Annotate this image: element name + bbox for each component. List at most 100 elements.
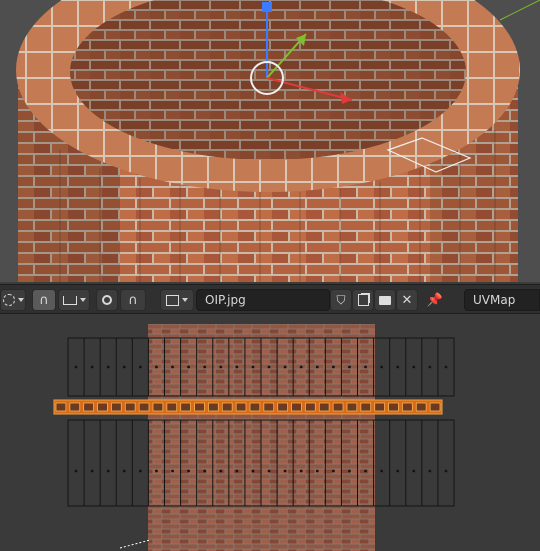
pin-button[interactable]: 📌 xyxy=(424,289,446,311)
uv-face-dot xyxy=(412,469,416,473)
uv-selected-face xyxy=(318,402,330,412)
image-browse-icon xyxy=(166,294,179,306)
pin-icon: 📌 xyxy=(426,292,444,308)
uv-face-dot xyxy=(315,365,319,369)
uv-face-dot xyxy=(187,469,191,473)
uv-selected-face xyxy=(97,402,108,412)
uv-selected-face xyxy=(235,402,247,412)
uv-map-field[interactable]: UVMap xyxy=(464,289,540,311)
uv-selected-face xyxy=(402,402,413,412)
open-image-button[interactable] xyxy=(374,289,396,311)
uv-face-dot xyxy=(299,469,303,473)
uv-map-text: UVMap xyxy=(473,293,516,307)
uv-face-dot xyxy=(251,469,255,473)
uv-selected-face xyxy=(83,402,94,412)
fake-user-shield-icon: ⛉ xyxy=(336,292,346,307)
uv-face-dot xyxy=(364,365,367,369)
uv-face-dot xyxy=(155,365,158,369)
open-image-icon xyxy=(379,295,391,305)
uv-face-dot xyxy=(106,365,110,369)
uv-selected-face xyxy=(388,402,399,412)
uv-face-dot xyxy=(348,365,351,369)
snap-grid-icon xyxy=(62,295,77,305)
image-name-text: OIP.jpg xyxy=(205,293,246,307)
uv-selected-face xyxy=(124,402,136,412)
uv-selected-face xyxy=(138,402,150,412)
uv-selected-face xyxy=(277,402,288,412)
pivot-point-menu[interactable] xyxy=(0,289,26,311)
falloff-icon: ∩ xyxy=(128,292,138,308)
uv-selected-face xyxy=(263,402,275,412)
uv-selected-face xyxy=(291,402,302,412)
uv-selected-row xyxy=(53,399,443,415)
uv-selected-face xyxy=(55,402,67,412)
uv-face-dot xyxy=(219,365,223,369)
close-image-icon: ✕ xyxy=(401,292,413,308)
uv-selected-face xyxy=(332,402,344,412)
proportional-falloff-menu[interactable]: ∩ xyxy=(120,289,146,311)
proportional-edit-button[interactable] xyxy=(96,289,118,311)
uv-face-dot xyxy=(90,365,94,369)
uv-face-dot xyxy=(122,365,126,369)
uv-selected-face xyxy=(360,402,372,412)
uv-face-dot xyxy=(155,469,158,473)
duplicate-image-button[interactable] xyxy=(352,289,374,311)
uv-face-dot xyxy=(364,469,367,473)
uv-selected-face xyxy=(166,402,178,412)
uv-selected-face xyxy=(152,402,164,412)
uv-selected-face xyxy=(429,402,441,412)
uv-face-dot xyxy=(106,469,110,473)
uv-face-dot xyxy=(331,469,335,473)
uv-selected-face xyxy=(111,402,122,412)
uv-selected-face xyxy=(305,402,316,412)
fake-user-button[interactable]: ⛉ xyxy=(330,289,352,311)
proportional-edit-icon xyxy=(102,295,112,305)
uv-face-dot xyxy=(380,469,384,473)
uv-face-dot xyxy=(267,469,271,473)
uv-selected-face xyxy=(346,402,358,412)
image-name-field[interactable]: OIP.jpg xyxy=(196,289,330,311)
snap-toggle-button[interactable]: ∩ xyxy=(32,289,56,311)
uv-face-dot xyxy=(267,365,271,369)
uv-face-dot xyxy=(299,365,303,369)
uv-selected-face xyxy=(194,402,205,412)
uv-face-dot xyxy=(412,365,416,369)
uv-face-dot xyxy=(283,469,287,473)
uv-editor-canvas[interactable] xyxy=(0,314,540,551)
uv-face-dot xyxy=(203,365,207,369)
close-image-button[interactable]: ✕ xyxy=(396,289,418,311)
snap-target-menu[interactable] xyxy=(58,289,90,311)
uv-editor-header: ∩ ∩ OIP.jpg ⛉ ✕ 📌 UVMap xyxy=(0,284,540,314)
uv-selected-face xyxy=(249,402,261,412)
duplicate-image-icon xyxy=(357,294,369,306)
uv-face-dot xyxy=(74,365,78,369)
uv-face-dot xyxy=(235,469,239,473)
uv-face-dot xyxy=(428,469,432,473)
chevron-down-icon xyxy=(182,298,188,302)
uv-face-dot xyxy=(444,469,448,473)
uv-face-dot xyxy=(331,365,335,369)
uv-selected-face xyxy=(374,402,385,412)
image-browse-button[interactable] xyxy=(160,289,194,311)
uv-face-dot xyxy=(171,365,174,369)
uv-face-dot xyxy=(283,365,287,369)
uv-face-dot xyxy=(90,469,94,473)
uv-face-dot xyxy=(380,365,384,369)
pivot-icon xyxy=(2,294,15,306)
uv-face-dot xyxy=(348,469,351,473)
uv-selected-face xyxy=(69,402,81,412)
uv-face-dot xyxy=(219,469,223,473)
snap-icon: ∩ xyxy=(39,292,49,308)
uv-face-dot xyxy=(251,365,255,369)
uv-face-dot xyxy=(187,365,191,369)
uv-face-dot xyxy=(444,365,448,369)
uv-face-dot xyxy=(171,469,174,473)
uv-face-dot xyxy=(74,469,78,473)
uv-face-dot xyxy=(396,365,400,369)
uv-face-dot xyxy=(315,469,319,473)
uv-face-dot xyxy=(235,365,239,369)
uv-selected-face xyxy=(180,402,191,412)
uv-face-dot xyxy=(203,469,207,473)
uv-face-dot xyxy=(428,365,432,369)
viewport-3d[interactable] xyxy=(0,0,540,282)
